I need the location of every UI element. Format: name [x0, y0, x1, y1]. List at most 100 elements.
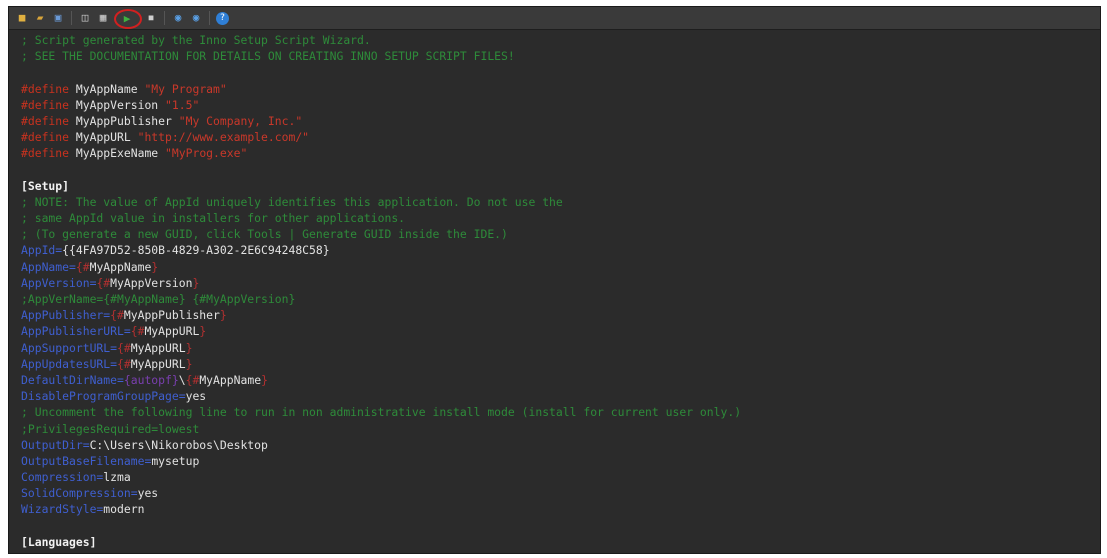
directive-brace: {# — [117, 340, 131, 355]
directive-value: yes — [137, 486, 159, 501]
code-line: ;PrivilegesRequired=lowest — [21, 421, 1100, 437]
directive-key: AppId= — [21, 243, 63, 258]
toolbar: ■ ▰ ▣ ◫ ▦ ▶ ■ ◉ ◉ ? — [9, 7, 1100, 30]
directive-value: lzma — [103, 470, 131, 485]
directive-constant: {autopf} — [123, 372, 179, 387]
directive-value: MyAppVersion — [110, 275, 193, 290]
code-line: AppPublisher={#MyAppPublisher} — [21, 307, 1100, 323]
comment-text: ; SEE THE DOCUMENTATION FOR DETAILS ON C… — [21, 49, 515, 64]
define-line: #define MyAppExeName "MyProg.exe" — [21, 145, 1100, 161]
run-icon: ▶ — [123, 11, 131, 25]
define-name: MyAppVersion — [69, 97, 166, 112]
directive-value: MyAppURL — [144, 324, 200, 339]
code-line: DefaultDirName={autopf}\{#MyAppName} — [21, 372, 1100, 388]
code-line: Compression=lzma — [21, 469, 1100, 485]
define-value: "http://www.example.com/" — [137, 130, 310, 145]
directive-key: AppUpdatesURL= — [21, 356, 118, 371]
code-line: AppSupportURL={#MyAppURL} — [21, 340, 1100, 356]
comment-text: ; Script generated by the Inno Setup Scr… — [21, 33, 371, 47]
define-value: "My Company, Inc." — [178, 113, 303, 128]
directive-key: AppPublisherURL= — [21, 324, 131, 339]
define-keyword: #define — [21, 146, 70, 161]
section-header: [Languages] — [21, 534, 97, 549]
code-line: WizardStyle=modern — [21, 501, 1100, 517]
code-line: SolidCompression=yes — [21, 485, 1100, 501]
comment-text: ; NOTE: The value of AppId uniquely iden… — [21, 194, 563, 209]
directive-brace: {# — [110, 308, 124, 323]
code-line: AppPublisherURL={#MyAppURL} — [21, 323, 1100, 339]
define-name: MyAppPublisher — [69, 113, 179, 128]
code-line: AppName={#MyAppName} — [21, 259, 1100, 275]
new-icon[interactable]: ■ — [15, 11, 29, 25]
define-value: "1.5" — [165, 97, 200, 112]
open-icon[interactable]: ▰ — [33, 11, 47, 25]
directive-value: C:\Users\Nikorobos\Desktop — [89, 437, 268, 452]
directive-key: OutputDir= — [21, 437, 90, 452]
directive-value: MyAppURL — [130, 340, 186, 355]
directive-brace: } — [192, 275, 200, 290]
script-editor[interactable]: ; Script generated by the Inno Setup Scr… — [9, 30, 1100, 550]
directive-brace: {# — [130, 324, 145, 339]
toolbar-divider — [209, 11, 210, 25]
code-line: DisableProgramGroupPage=yes — [21, 388, 1100, 404]
directive-key: DisableProgramGroupPage= — [21, 389, 186, 404]
section-line: [Languages] — [21, 534, 1100, 550]
directive-key: AppVersion= — [21, 275, 97, 290]
code-line: ; NOTE: The value of AppId uniquely iden… — [21, 194, 1100, 210]
directive-brace: } — [199, 324, 207, 339]
define-value: "MyProg.exe" — [165, 146, 248, 161]
directive-key: SolidCompression= — [21, 486, 138, 501]
directive-brace: {# — [75, 259, 90, 274]
code-line: AppUpdatesURL={#MyAppURL} — [21, 356, 1100, 372]
directive-brace: {# — [185, 372, 200, 387]
code-line: ; SEE THE DOCUMENTATION FOR DETAILS ON C… — [21, 48, 1100, 64]
section-header: [Setup] — [21, 178, 70, 193]
code-line: ;AppVerName={#MyAppName} {#MyAppVersion} — [21, 291, 1100, 307]
define-keyword: #define — [21, 130, 70, 145]
define-name: MyAppURL — [69, 130, 138, 145]
print-icon[interactable]: ◫ — [78, 11, 92, 25]
directive-brace: } — [219, 308, 227, 323]
section-line: [Setup] — [21, 178, 1100, 194]
directive-key: AppSupportURL= — [21, 340, 118, 355]
comment-text: ; same AppId value in installers for oth… — [21, 211, 406, 226]
define-name: MyAppName — [69, 81, 145, 96]
directive-value: MyAppURL — [130, 356, 186, 371]
run-button[interactable]: ▶ — [114, 9, 142, 29]
stop-icon[interactable]: ■ — [144, 11, 158, 25]
inno-setup-window: ■ ▰ ▣ ◫ ▦ ▶ ■ ◉ ◉ ? ; Script generated b… — [8, 6, 1101, 554]
directive-brace: } — [151, 259, 159, 274]
directive-value: mysetup — [151, 453, 200, 468]
directive-value: {{4FA97D52-850B-4829-A302-2E6C94248C58} — [62, 243, 330, 258]
define-line: #define MyAppURL "http://www.example.com… — [21, 129, 1100, 145]
directive-key: DefaultDirName= — [21, 372, 124, 387]
define-line: #define MyAppName "My Program" — [21, 81, 1100, 97]
directive-brace: {# — [117, 356, 131, 371]
comment-text: ;PrivilegesRequired=lowest — [21, 421, 200, 436]
code-line: ; Uncomment the following line to run in… — [21, 404, 1100, 420]
define-keyword: #define — [21, 81, 70, 96]
code-line: AppId={{4FA97D52-850B-4829-A302-2E6C9424… — [21, 242, 1100, 258]
directive-key: WizardStyle= — [21, 502, 104, 517]
globe-icon[interactable]: ◉ — [171, 11, 185, 25]
define-keyword: #define — [21, 113, 70, 128]
code-line: OutputDir=C:\Users\Nikorobos\Desktop — [21, 437, 1100, 453]
directive-value: modern — [103, 502, 145, 517]
code-line: OutputBaseFilename=mysetup — [21, 453, 1100, 469]
define-value: "My Program" — [144, 81, 227, 96]
comment-text: ; Uncomment the following line to run in… — [21, 405, 742, 420]
compile-icon[interactable]: ▦ — [96, 11, 110, 25]
code-line: ; Script generated by the Inno Setup Scr… — [21, 32, 1100, 48]
save-icon[interactable]: ▣ — [51, 11, 65, 25]
globe-icon-2[interactable]: ◉ — [189, 11, 203, 25]
code-line: AppVersion={#MyAppVersion} — [21, 275, 1100, 291]
code-line: ; same AppId value in installers for oth… — [21, 210, 1100, 226]
directive-value: yes — [185, 389, 207, 404]
directive-value: MyAppPublisher — [123, 308, 220, 323]
help-icon[interactable]: ? — [216, 11, 229, 25]
directive-brace: } — [185, 340, 193, 355]
directive-value: MyAppName — [89, 259, 152, 274]
